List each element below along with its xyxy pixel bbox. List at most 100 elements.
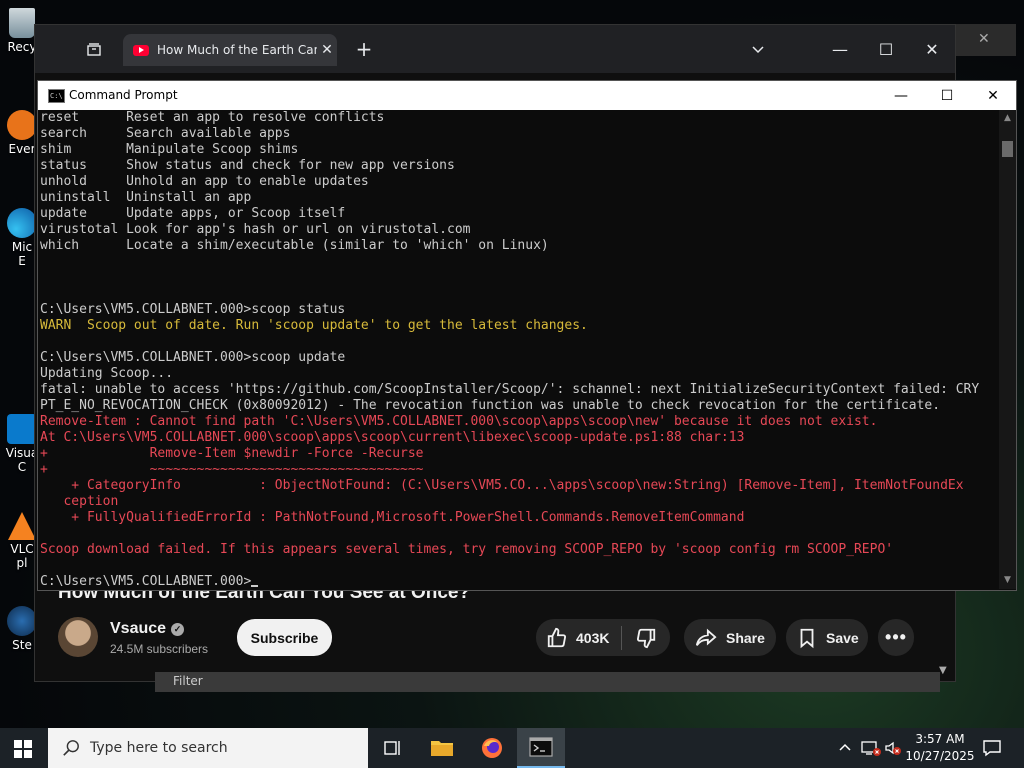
console-line: ception: [40, 494, 119, 509]
tab-close-icon[interactable]: ✕: [317, 42, 337, 58]
cmd-close-button[interactable]: ✕: [970, 81, 1016, 110]
network-disconnected-icon: [861, 741, 881, 756]
console-scrollbar[interactable]: ▲ ▼: [999, 110, 1016, 589]
command-prompt-window: C:\ Command Prompt — ☐ ✕ reset Reset an …: [37, 80, 1017, 591]
thumbs-down-icon: [636, 628, 655, 648]
cmd-title: Command Prompt: [69, 88, 178, 102]
console-line: Updating Scoop...: [40, 366, 174, 381]
scroll-down-icon[interactable]: ▼: [999, 572, 1016, 589]
chevron-up-icon: [839, 743, 851, 751]
console-line: C:\Users\VM5.COLLABNET.000>scoop update: [40, 350, 346, 365]
show-hidden-icons-button[interactable]: [838, 728, 852, 768]
app-icon: [7, 110, 37, 140]
console-line: search Search available apps: [40, 126, 291, 141]
browser-tab-bar: How Much of the Earth Can You ✕ + — ☐ ✕: [35, 25, 955, 73]
like-count: 403K: [576, 629, 610, 646]
taskbar-file-explorer[interactable]: [418, 728, 466, 768]
text-cursor: [251, 585, 259, 587]
task-view-icon: [384, 741, 400, 755]
share-label: Share: [726, 629, 765, 646]
task-view-button[interactable]: [368, 728, 416, 768]
search-placeholder: Type here to search: [90, 740, 228, 756]
like-dislike-group: 403K: [536, 619, 670, 656]
folder-icon: [431, 741, 453, 756]
steam-icon: [7, 606, 37, 636]
edge-icon: [7, 208, 37, 238]
console-output[interactable]: reset Reset an app to resolve conflicts s…: [40, 110, 998, 589]
tab-list-chevron-icon[interactable]: [735, 25, 781, 73]
console-line: + Remove-Item $newdir -Force -Recurse: [40, 446, 424, 461]
scroll-up-icon[interactable]: ▲: [999, 110, 1016, 127]
console-line: PT_E_NO_REVOCATION_CHECK (0x80092012) - …: [40, 398, 941, 413]
console-line: update Update apps, or Scoop itself: [40, 206, 346, 221]
like-button[interactable]: 403K: [536, 627, 621, 649]
firefox-icon: [482, 738, 502, 758]
channel-name-text: Vsauce: [110, 620, 167, 637]
taskbar-command-prompt[interactable]: [517, 728, 565, 768]
console-line: which Locate a shim/executable (similar …: [40, 238, 549, 253]
tab-actions-icon[interactable]: [71, 25, 117, 73]
taskbar-search-box[interactable]: Type here to search: [48, 728, 368, 768]
filter-bar[interactable]: Filter: [155, 672, 940, 692]
console-line: virustotal Look for app's hash or url on…: [40, 222, 471, 237]
taskbar: Type here to search 3:57 AM 10/27/2025: [0, 728, 1024, 768]
terminal-icon: [529, 737, 553, 757]
tab-title: How Much of the Earth Can You: [157, 43, 317, 57]
console-line: unhold Unhold an app to enable updates: [40, 174, 369, 189]
cmd-title-bar[interactable]: C:\ Command Prompt — ☐ ✕: [38, 81, 1016, 110]
windows-start-icon[interactable]: [14, 740, 32, 758]
console-line: reset Reset an app to resolve conflicts: [40, 110, 385, 125]
share-button[interactable]: Share: [684, 619, 776, 656]
cmd-maximize-button[interactable]: ☐: [924, 81, 970, 110]
background-window-titlebar: ✕: [954, 24, 1016, 56]
console-line: C:\Users\VM5.COLLABNET.000>scoop status: [40, 302, 346, 317]
browser-scroll-down-icon[interactable]: ▼: [939, 665, 947, 676]
network-status-button[interactable]: [860, 728, 882, 768]
thumbs-up-icon: [547, 627, 567, 647]
console-line: fatal: unable to access 'https://github.…: [40, 382, 980, 397]
dislike-button[interactable]: [622, 627, 670, 649]
volume-button[interactable]: [884, 728, 902, 768]
subscriber-count: 24.5M subscribers: [110, 642, 209, 656]
console-line: + CategoryInfo : ObjectNotFound: (C:\Use…: [40, 478, 964, 493]
scrollbar-thumb[interactable]: [1002, 141, 1013, 157]
notifications-button[interactable]: [982, 728, 1002, 768]
channel-avatar[interactable]: [58, 617, 98, 657]
console-line: C:\Users\VM5.COLLABNET.000>: [40, 574, 998, 589]
more-horizontal-icon: •••: [885, 627, 907, 647]
vlc-icon: [8, 512, 36, 540]
browser-close-button[interactable]: ✕: [909, 25, 955, 73]
channel-name[interactable]: Vsauce ✓: [110, 620, 185, 638]
subscribe-button[interactable]: Subscribe: [237, 619, 332, 656]
save-button[interactable]: Save: [786, 619, 868, 656]
console-line: WARN Scoop out of date. Run 'scoop updat…: [40, 318, 588, 333]
verified-check-icon: ✓: [171, 623, 185, 636]
console-line: status Show status and check for new app…: [40, 158, 455, 173]
more-actions-button[interactable]: •••: [878, 619, 914, 656]
console-line: + ~~~~~~~~~~~~~~~~~~~~~~~~~~~~~~~~~~~: [40, 462, 424, 477]
bookmark-icon: [800, 628, 814, 648]
new-tab-button[interactable]: +: [341, 25, 387, 73]
cmd-icon: C:\: [48, 89, 65, 103]
console-line: Remove-Item : Cannot find path 'C:\Users…: [40, 414, 878, 429]
browser-minimize-button[interactable]: —: [817, 25, 863, 73]
browser-maximize-button[interactable]: ☐: [863, 25, 909, 73]
console-line: At C:\Users\VM5.COLLABNET.000\scoop\apps…: [40, 430, 745, 445]
filter-label: Filter: [173, 674, 203, 688]
search-icon: [63, 740, 79, 756]
speaker-muted-icon: [885, 741, 901, 755]
taskbar-clock[interactable]: 3:57 AM 10/27/2025: [904, 731, 976, 765]
recycle-bin-icon: [9, 8, 35, 38]
close-icon[interactable]: ✕: [978, 31, 990, 47]
browser-tab-youtube[interactable]: How Much of the Earth Can You ✕: [123, 34, 337, 66]
share-icon: [695, 628, 717, 646]
cmd-minimize-button[interactable]: —: [878, 81, 924, 110]
console-line: + FullyQualifiedErrorId : PathNotFound,M…: [40, 510, 745, 525]
taskbar-firefox[interactable]: [468, 728, 516, 768]
console-line: uninstall Uninstall an app: [40, 190, 252, 205]
clock-time: 3:57 AM: [915, 732, 965, 746]
